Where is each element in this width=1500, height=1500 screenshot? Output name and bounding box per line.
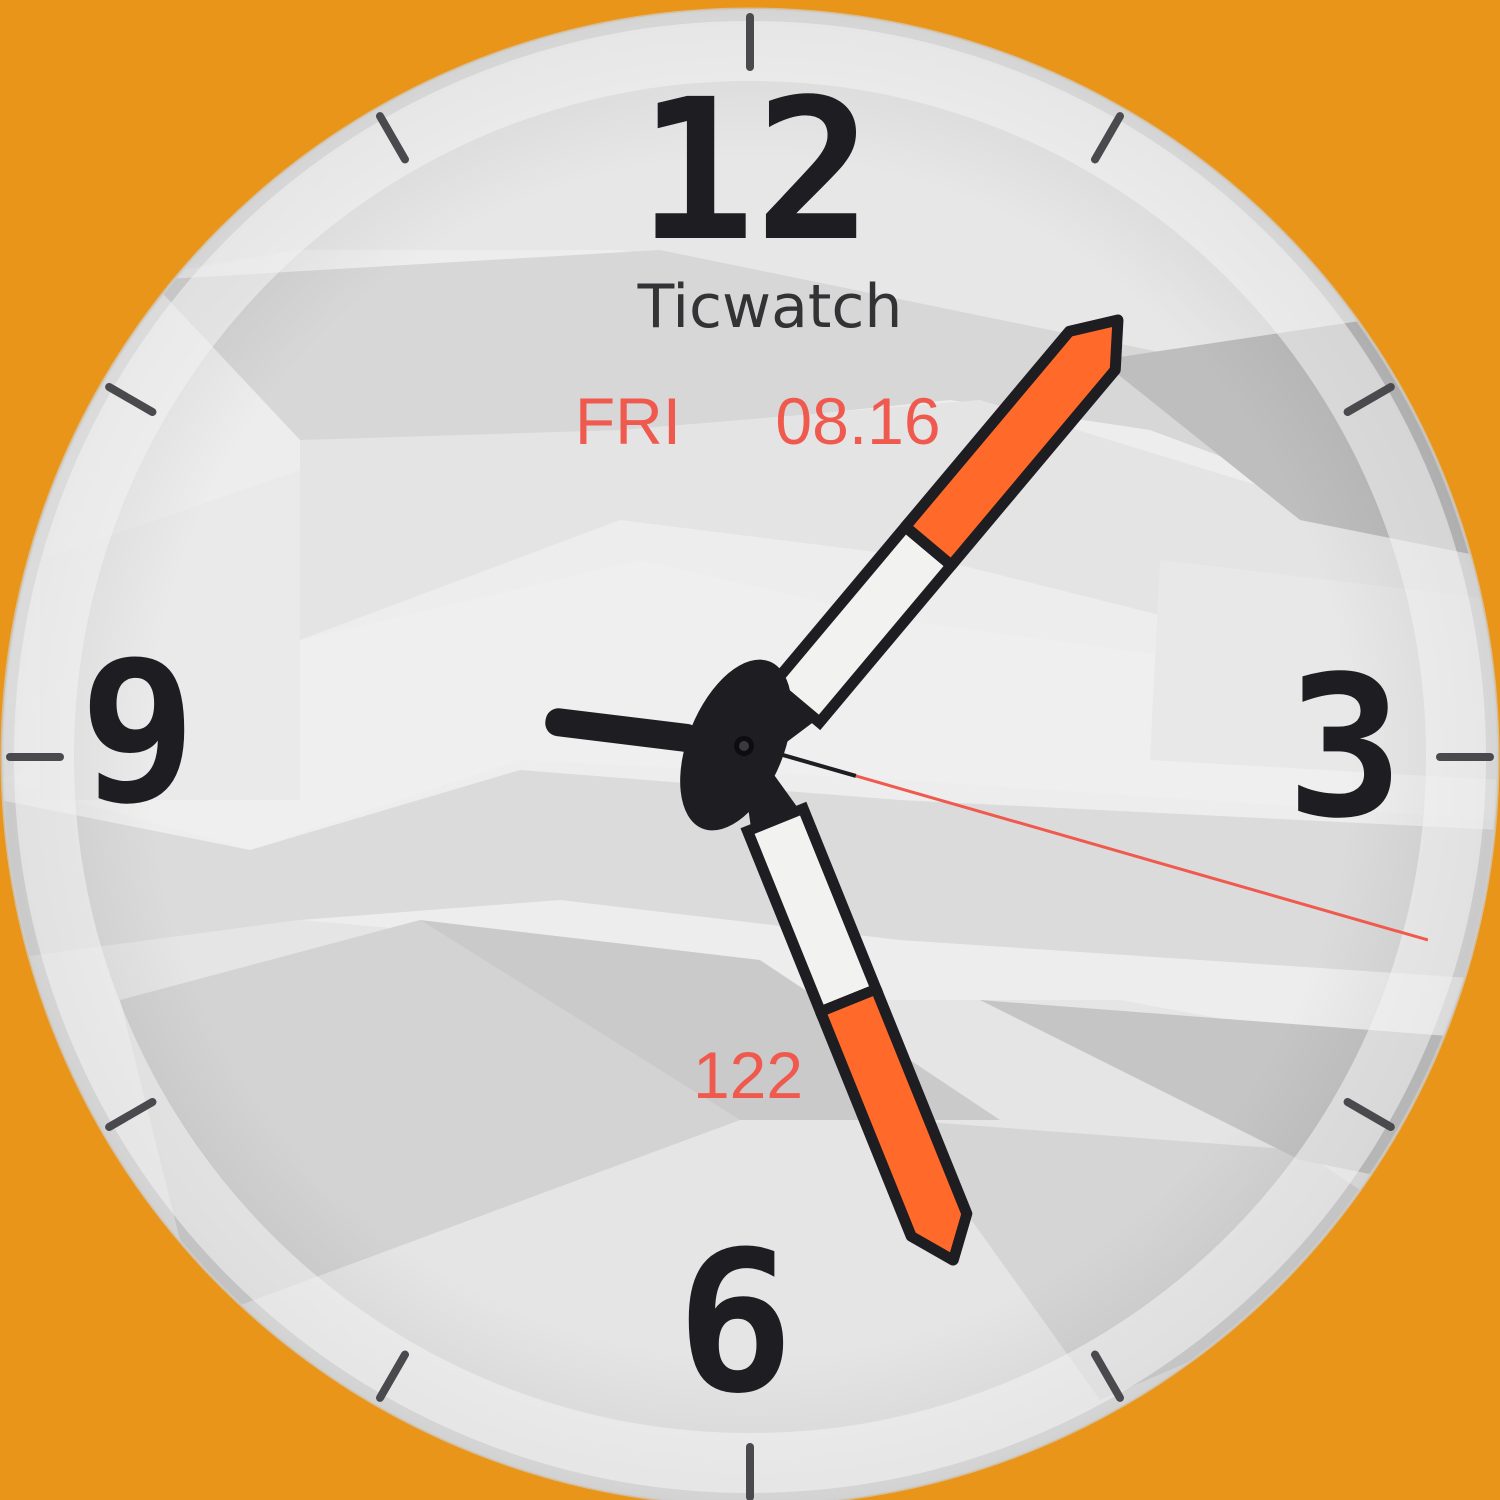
date-display[interactable]: 08.16 xyxy=(775,384,940,458)
numeral-twelve: 12 xyxy=(638,57,873,284)
watch-face[interactable]: 12 3 6 9 Ticwatch FRI 08.16 122 xyxy=(0,0,1500,1500)
watch-screen: 12 3 6 9 Ticwatch FRI 08.16 122 xyxy=(0,0,1500,1500)
numeral-nine: 9 xyxy=(79,619,196,846)
brand-logo: Ticwatch xyxy=(637,272,903,342)
numeral-three: 3 xyxy=(1286,634,1403,861)
day-of-week: FRI xyxy=(575,384,681,458)
step-counter[interactable]: 122 xyxy=(693,1038,803,1112)
numeral-six: 6 xyxy=(676,1209,793,1436)
